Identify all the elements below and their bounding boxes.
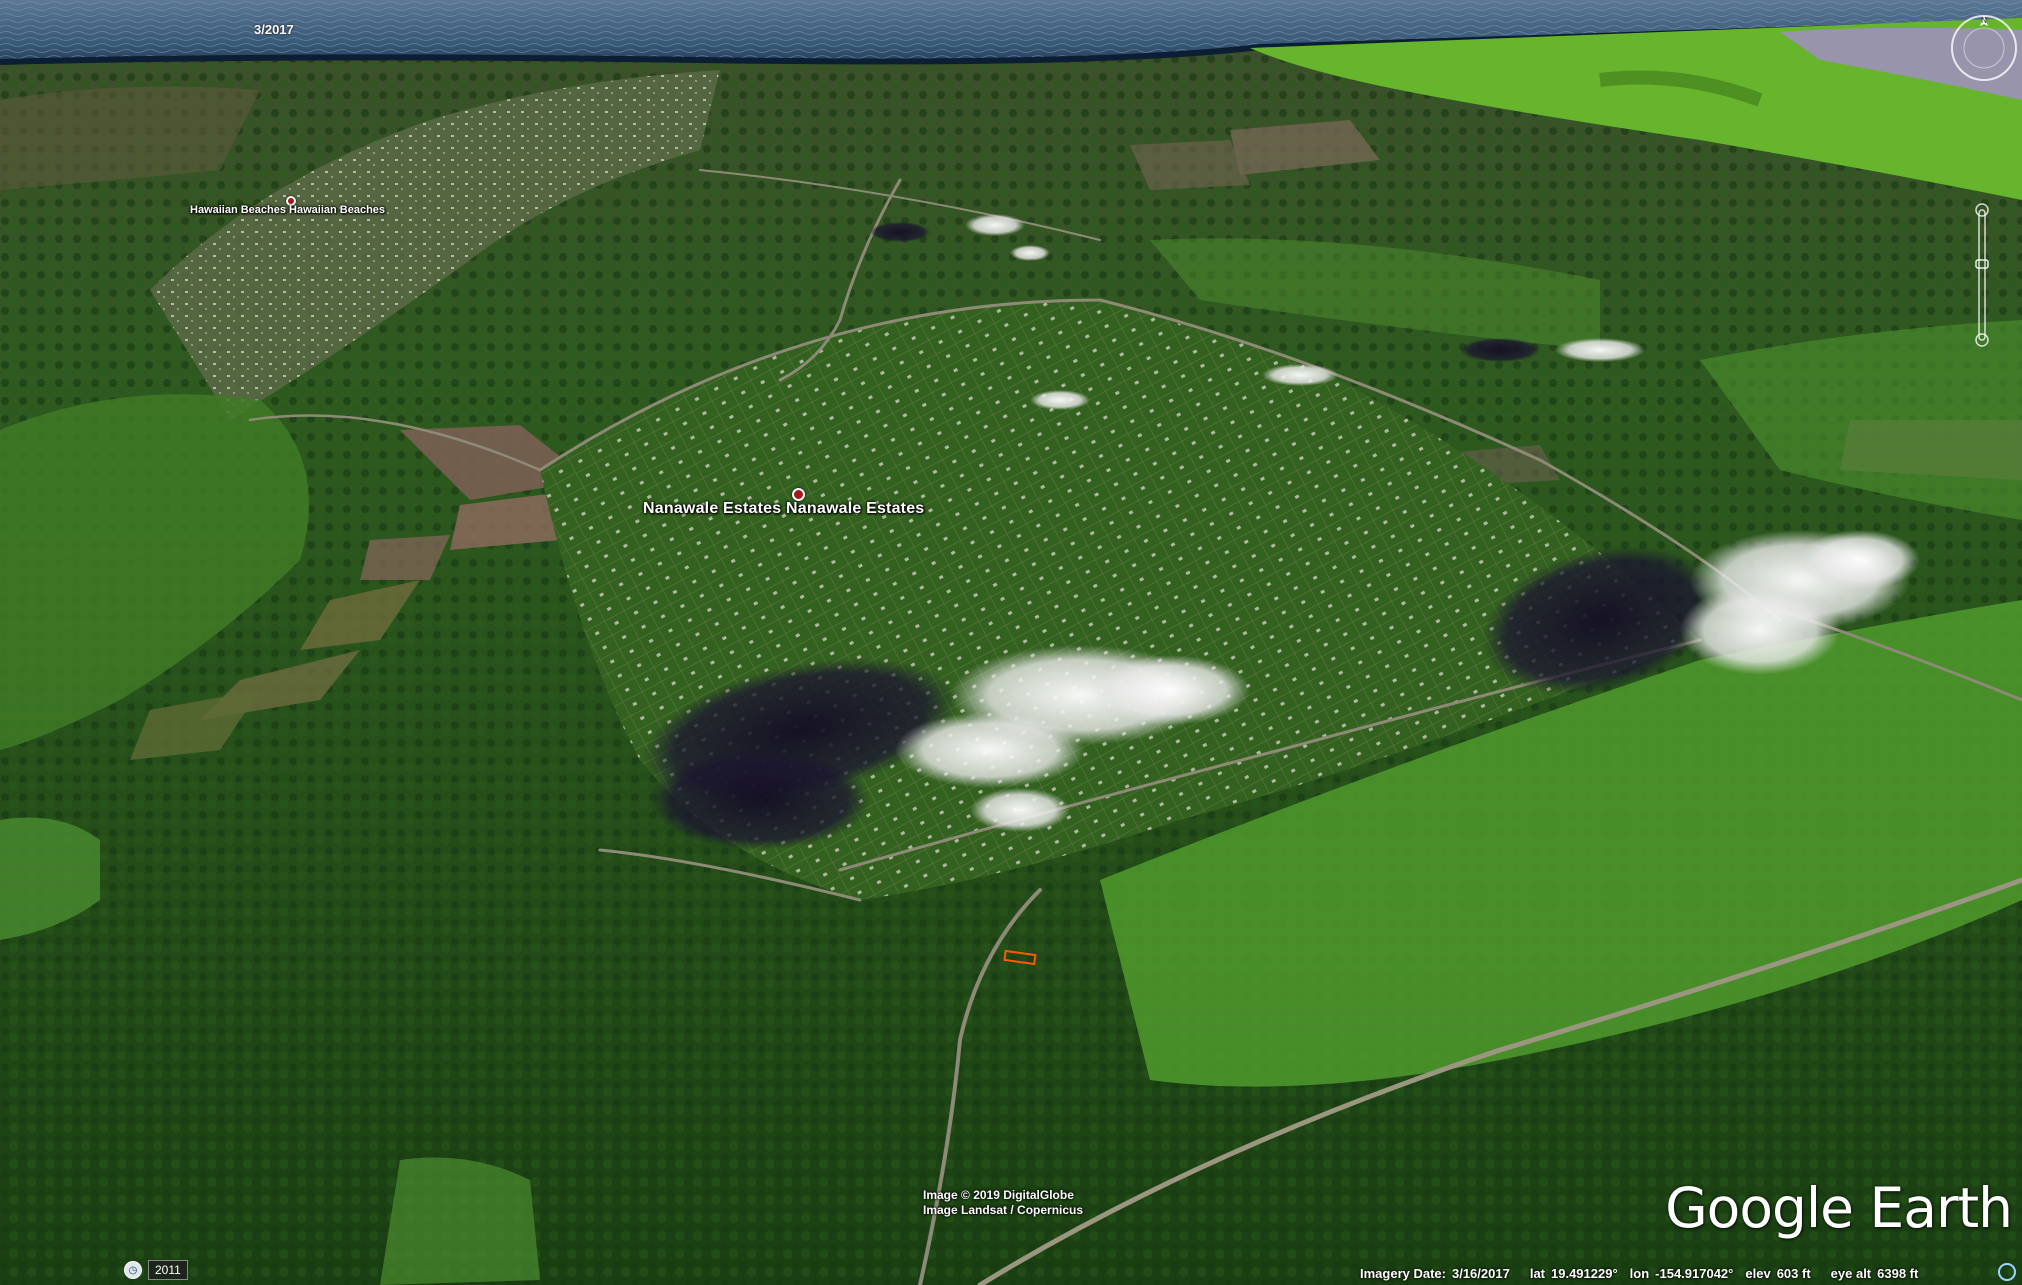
place-label-hawaiian-beaches[interactable]: Hawaiian Beaches Hawaiian Beaches [190, 204, 385, 216]
streaming-status-icon [1998, 1263, 2016, 1281]
elev-value: 603 ft [1776, 1265, 1811, 1281]
imagery-date-label: Imagery Date: [1360, 1265, 1446, 1281]
google-earth-logo: Google Earth [1665, 1176, 2013, 1240]
attribution-line-1: Image © 2019 DigitalGlobe [923, 1188, 1074, 1202]
satellite-terrain [0, 0, 2022, 1285]
lat-label: lat [1529, 1265, 1545, 1281]
attribution-line-2: Image Landsat / Copernicus [923, 1203, 1084, 1217]
svg-text:N: N [1981, 16, 1987, 25]
lon-value: -154.917042° [1655, 1265, 1734, 1281]
elev-label: elev [1745, 1265, 1771, 1281]
clock-icon[interactable]: ◷ [124, 1261, 142, 1279]
eye-alt-value: 6398 ft [1877, 1265, 1919, 1281]
lon-label: lon [1629, 1265, 1650, 1281]
imagery-date-value: 3/16/2017 [1451, 1265, 1510, 1281]
eye-alt-label: eye alt [1830, 1265, 1872, 1281]
lat-value: 19.491229° [1551, 1265, 1618, 1281]
place-label-nanawale-estates[interactable]: Nanawale Estates Nanawale Estates [643, 500, 924, 518]
zoom-slider-icon[interactable] [1970, 200, 1994, 350]
timestamp-label: 3/2017 [254, 22, 294, 37]
status-bar: Imagery Date: 3/16/2017 lat 19.491229° l… [1360, 1262, 2020, 1284]
compass-icon[interactable]: N [1948, 12, 2020, 84]
historical-year-badge[interactable]: 2011 [148, 1260, 188, 1280]
map-viewport[interactable]: 3/2017 Hawaiian Beaches Hawaiian Beaches… [0, 0, 2022, 1285]
historical-imagery-control[interactable]: ◷ 2011 [124, 1260, 188, 1280]
imagery-attribution: Image © 2019 DigitalGlobe Image Landsat … [923, 1188, 1083, 1218]
